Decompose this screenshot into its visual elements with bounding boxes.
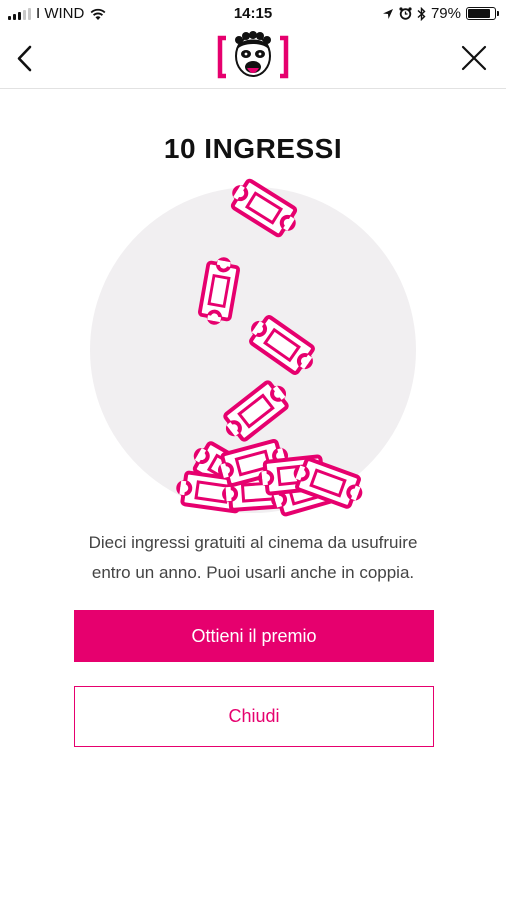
close-button[interactable]: Chiudi: [74, 686, 434, 747]
close-icon[interactable]: [456, 40, 492, 76]
get-reward-button[interactable]: Ottieni il premio: [74, 610, 434, 662]
brand-logo-icon[interactable]: [216, 30, 290, 84]
status-right: 79%: [382, 5, 499, 22]
reward-title: 10 INGRESSI: [163, 133, 343, 164]
battery-icon: [466, 7, 499, 20]
nav-bar: [0, 30, 506, 89]
description-line-2: entro un anno. Puoi usarli anche in copp…: [91, 563, 415, 582]
alarm-icon: [399, 7, 412, 20]
status-bar: I WIND 14:15 79%: [0, 0, 506, 30]
reward-description: Dieci ingressi gratuiti al cinema da usu…: [40, 528, 466, 588]
chevron-left-icon[interactable]: [8, 38, 48, 78]
location-icon: [382, 8, 393, 19]
bluetooth-icon: [417, 6, 426, 21]
cinema-tickets-icon: [90, 178, 416, 518]
battery-percent: 79%: [430, 5, 461, 22]
description-line-1: Dieci ingressi gratuiti al cinema da usu…: [88, 533, 418, 552]
